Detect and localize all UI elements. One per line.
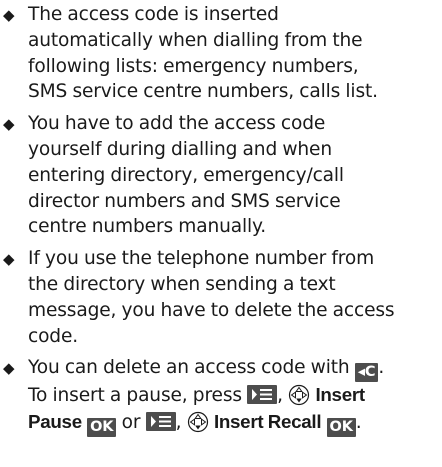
diamond-bullet-icon: ◆: [3, 6, 15, 24]
text-line: message, you have to delete the access: [28, 299, 395, 321]
menu-term-insert: Insert: [315, 384, 365, 406]
text-line: yourself during dialling and when: [28, 138, 332, 160]
diamond-bullet-icon: ◆: [3, 250, 15, 269]
text-line: following lists: emergency numbers,: [28, 55, 359, 77]
text-line: Pause OK or , Insert Recall OK .: [28, 411, 362, 438]
insert-pause-text: To insert a pause, press: [28, 385, 242, 407]
text-line: centre numbers manually.: [28, 216, 266, 238]
text-line: The access code is inserted: [28, 4, 279, 25]
text-line: the directory when sending a text: [28, 273, 336, 295]
text-line: code.: [28, 325, 79, 347]
text-line: If you use the telephone number from: [28, 248, 375, 270]
text-line: entering directory, emergency/call: [28, 164, 344, 186]
text-line: automatically when dialling from the: [28, 29, 363, 51]
control-key-icon: [187, 411, 209, 433]
ok-key-icon: OK: [326, 418, 356, 438]
clear-key-icon: ◂C: [354, 363, 379, 383]
diamond-bullet-icon: ◆: [3, 115, 15, 134]
bullet-list: ◆ The access code is inserted automatica…: [3, 2, 440, 438]
text-line: You can delete an access code with ◂C.: [28, 355, 440, 383]
document-page: ◆ The access code is inserted automatica…: [0, 0, 442, 467]
list-item: ◆ You can delete an access code with ◂C.…: [3, 355, 440, 438]
menu-key-icon: [247, 385, 278, 405]
control-key-icon: [288, 384, 310, 406]
ok-key-icon: OK: [87, 418, 117, 438]
text-line: You have to add the access code: [28, 113, 326, 135]
text-line: SMS service centre numbers, calls list.: [28, 81, 378, 103]
menu-term-insert-recall: Insert Recall: [213, 411, 322, 433]
menu-key-icon: [145, 412, 176, 432]
list-item: ◆ You have to add the access code yourse…: [3, 111, 440, 240]
menu-term-pause: Pause: [28, 411, 82, 433]
or-text: or: [121, 412, 141, 434]
delete-code-text: You can delete an access code with: [28, 357, 350, 379]
diamond-bullet-icon: ◆: [3, 359, 15, 378]
text-line: To insert a pause, press , Insert: [28, 384, 365, 407]
sentence-period: .: [378, 357, 385, 379]
list-item: ◆ If you use the telephone number from t…: [3, 246, 440, 349]
text-line: director numbers and SMS service: [28, 190, 341, 212]
list-item: ◆ The access code is inserted automatica…: [3, 2, 440, 105]
